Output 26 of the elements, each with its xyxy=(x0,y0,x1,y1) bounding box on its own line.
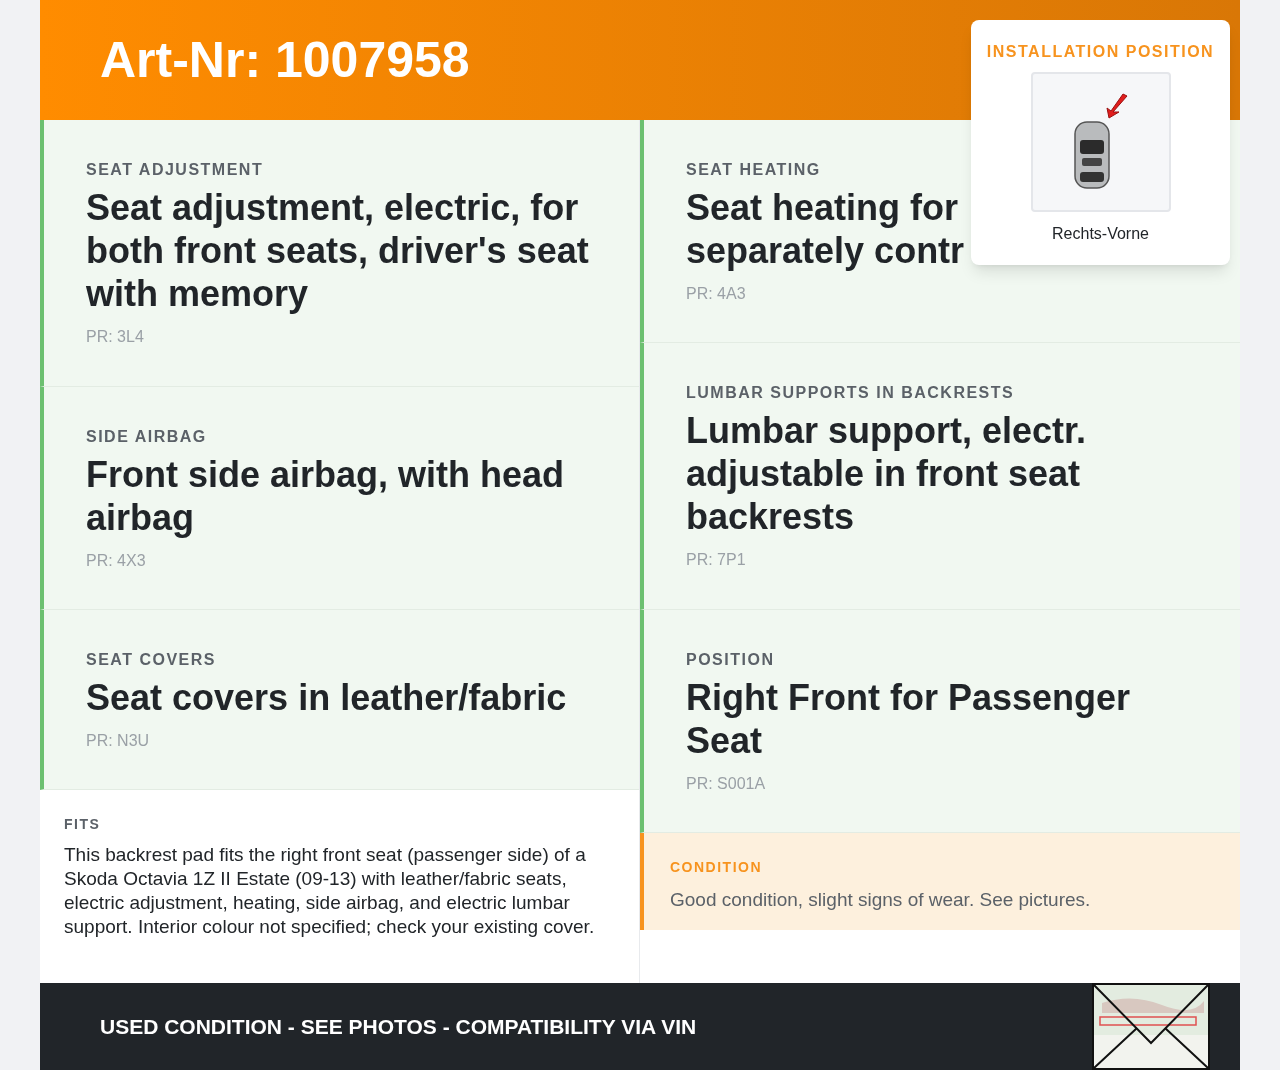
category-label: LUMBAR SUPPORTS IN BACKRESTS xyxy=(686,383,1016,403)
condition-text: Good condition, slight signs of wear. See pictures. xyxy=(670,888,1092,912)
feature-title: Seat covers in leather/fabric xyxy=(86,676,568,719)
category-label: POSITION xyxy=(686,650,776,670)
pr-code: PR: 3L4 xyxy=(86,327,145,347)
pr-code: PR: 4X3 xyxy=(86,551,147,571)
feature-title: Seat adjustment, electric, for both front seats, driver's seat with memory xyxy=(86,186,590,315)
fits-description: This backrest pad fits the right front seat (passenger side) of a Skoda Octavia 1Z II Estate (09-13) with leather/fabric seats, electric adjustment, heating, side airbag, and electric lumbar support. Interior colour not specified; check your existing cover. xyxy=(64,843,596,939)
category-label: SIDE AIRBAG xyxy=(86,427,208,447)
installation-title: INSTALLATION POSITION xyxy=(986,42,1215,62)
feature-title: Lumbar support, electr. adjustable in front seat backrests xyxy=(686,409,1088,538)
footer-text: USED CONDITION - SEE PHOTOS - COMPATIBILITY VIA VIN xyxy=(100,1013,697,1040)
category-label: SEAT COVERS xyxy=(86,650,217,670)
pr-code: PR: N3U xyxy=(86,731,151,751)
fits-label: FITS xyxy=(64,815,102,834)
condition-label: CONDITION xyxy=(670,858,764,877)
article-number: Art-Nr: 1007958 xyxy=(100,30,470,90)
feature-title: Seat heating for separately contr xyxy=(686,186,966,272)
pr-code: PR: 7P1 xyxy=(686,550,747,570)
feature-title: Front side airbag, with head airbag xyxy=(86,453,566,539)
pr-code: PR: 4A3 xyxy=(686,284,747,304)
position-label: Rechts-Vorne xyxy=(1052,224,1149,244)
category-label: SEAT ADJUSTMENT xyxy=(86,160,265,180)
feature-title: Right Front for Passenger Seat xyxy=(686,676,1132,762)
category-label: SEAT HEATING xyxy=(686,160,822,180)
pr-code: PR: S001A xyxy=(686,774,767,794)
